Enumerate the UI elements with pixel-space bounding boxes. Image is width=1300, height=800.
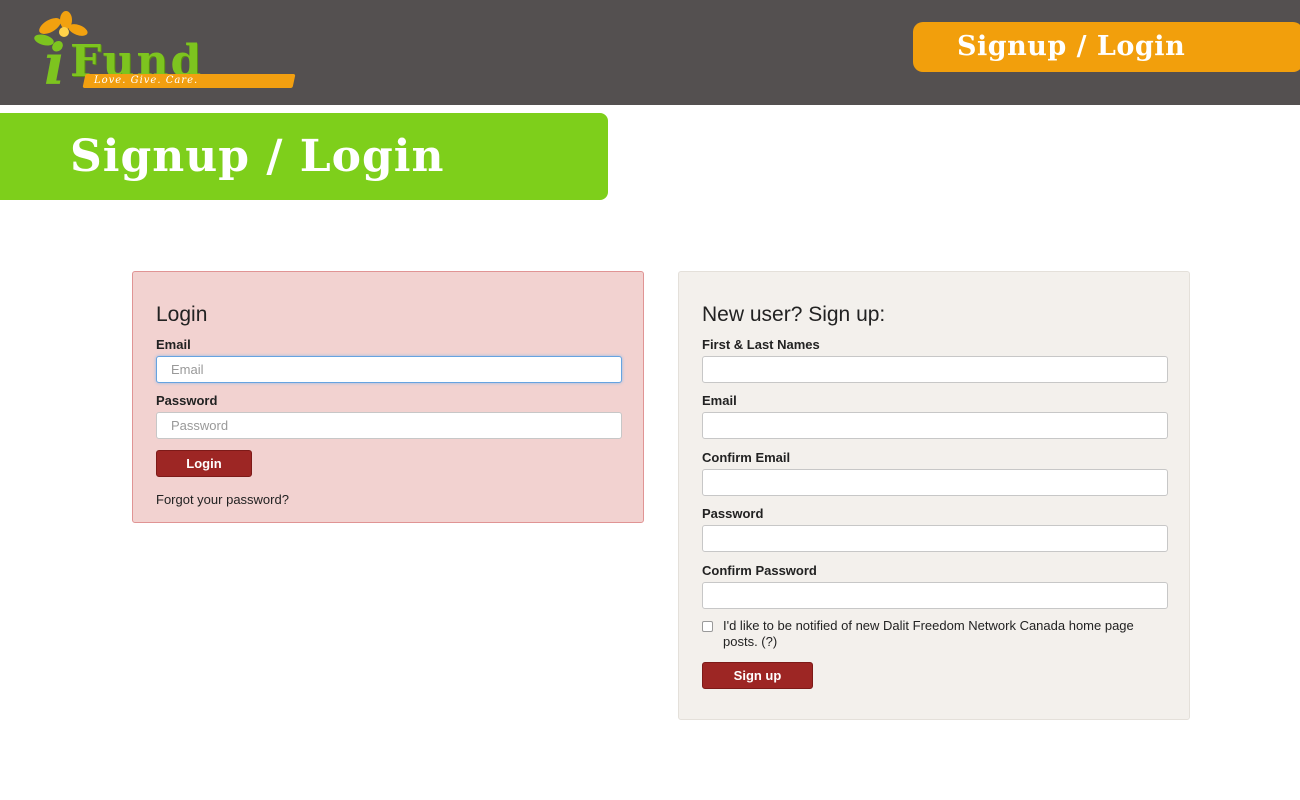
page-title-banner: Signup / Login (0, 113, 608, 200)
login-email-input[interactable] (156, 356, 622, 383)
signup-name-label: First & Last Names (702, 337, 820, 352)
signup-heading: New user? Sign up: (702, 303, 886, 326)
login-button[interactable]: Login (156, 450, 252, 477)
signup-email-input[interactable] (702, 412, 1168, 439)
login-password-input[interactable] (156, 412, 622, 439)
notify-checkbox[interactable] (702, 621, 713, 632)
top-navigation-bar: i Fund Love. Give. Care. Signup / Login (0, 0, 1300, 105)
signup-button[interactable]: Sign up (702, 662, 813, 689)
login-panel: Login Email Password Login Forgot your p… (132, 271, 644, 523)
login-email-label: Email (156, 337, 191, 352)
logo-tagline-ribbon: Love. Give. Care. (82, 74, 296, 88)
login-heading: Login (156, 303, 208, 326)
signup-email-label: Email (702, 393, 737, 408)
signup-password-label: Password (702, 506, 764, 521)
signup-login-nav-button[interactable]: Signup / Login (913, 22, 1300, 72)
logo-tagline: Love. Give. Care. (94, 75, 199, 86)
notify-checkbox-label: I'd like to be notified of new Dalit Fre… (723, 618, 1134, 649)
signup-panel: New user? Sign up: First & Last Names Em… (678, 271, 1190, 720)
signup-confirm-email-input[interactable] (702, 469, 1168, 496)
signup-password-input[interactable] (702, 525, 1168, 552)
signup-confirm-password-input[interactable] (702, 582, 1168, 609)
logo-letter-i: i (44, 32, 66, 98)
forgot-password-link[interactable]: Forgot your password? (156, 492, 289, 507)
ifund-logo[interactable]: i Fund Love. Give. Care. (22, 10, 302, 98)
signup-name-input[interactable] (702, 356, 1168, 383)
signup-confirm-password-label: Confirm Password (702, 563, 817, 578)
login-password-label: Password (156, 393, 218, 408)
signup-confirm-email-label: Confirm Email (702, 450, 791, 465)
